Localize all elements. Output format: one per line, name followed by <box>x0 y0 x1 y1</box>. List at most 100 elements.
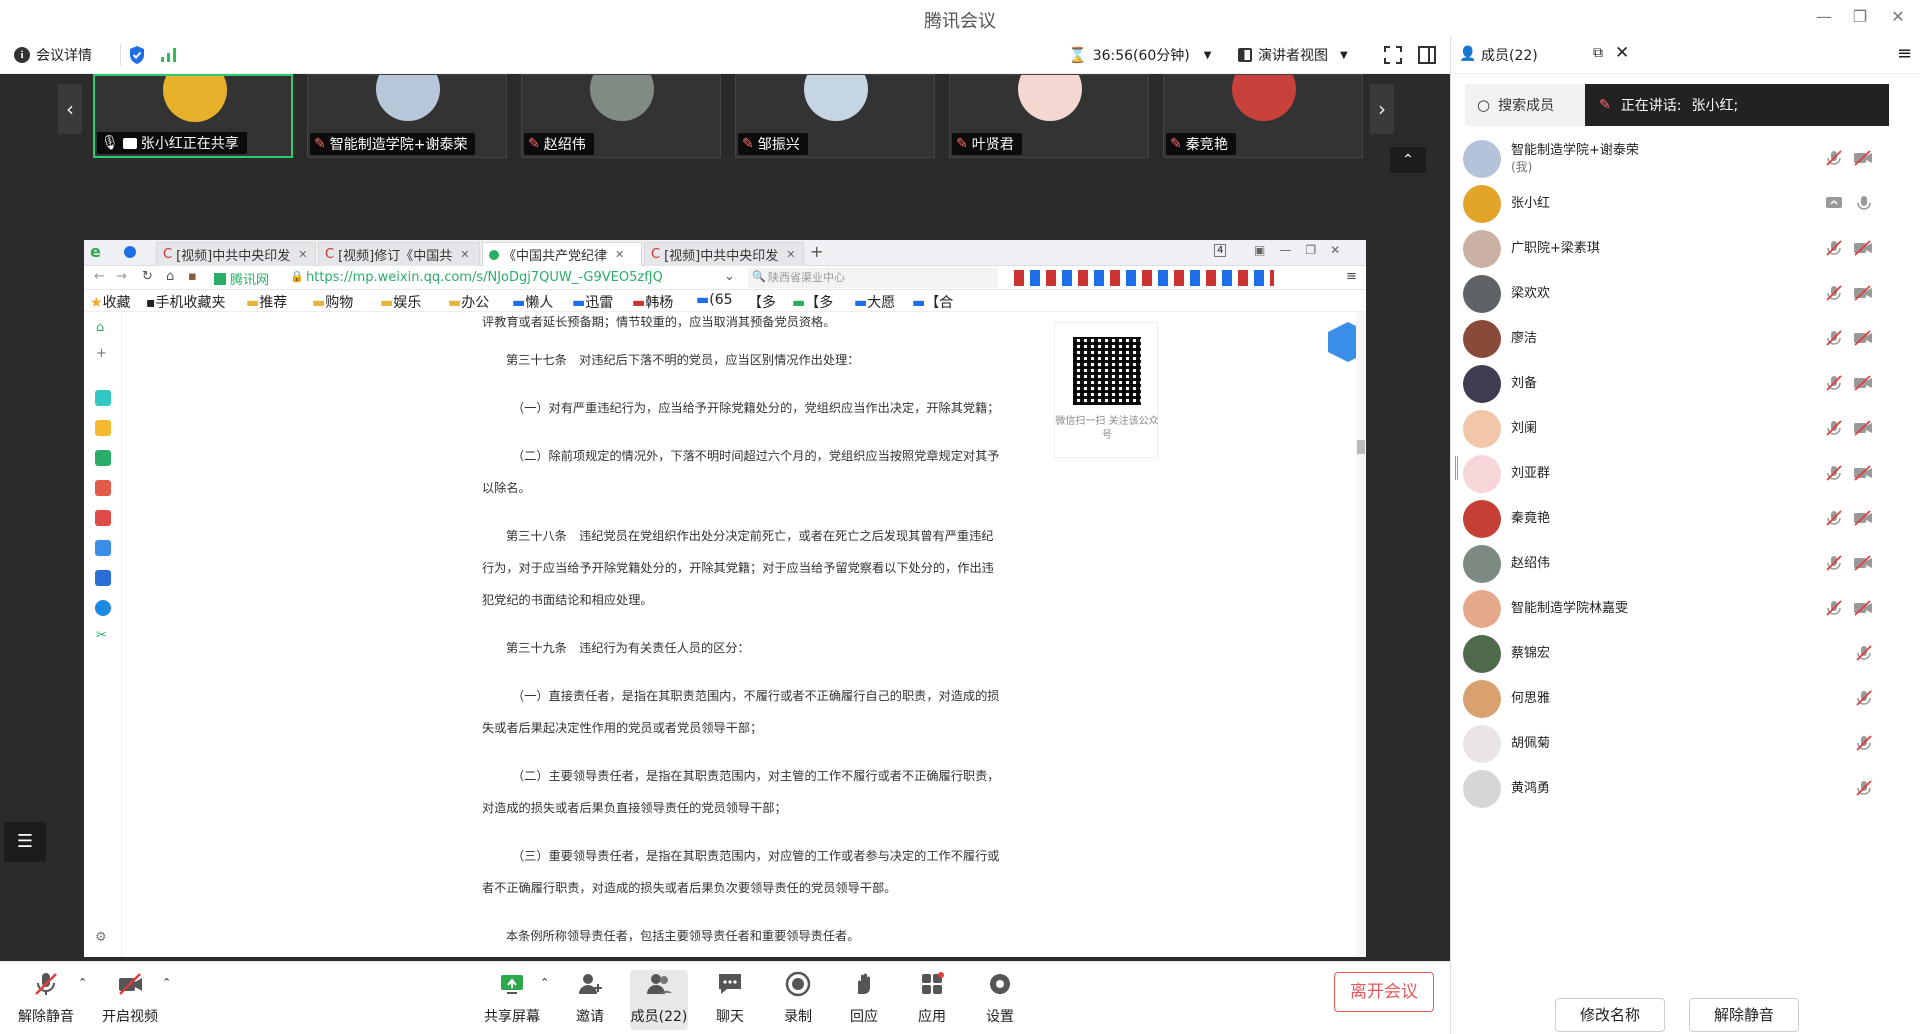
add-icon[interactable]: + <box>96 346 107 361</box>
apps-button[interactable]: 应用 <box>898 970 966 1030</box>
member-status-icons[interactable] <box>1855 689 1873 707</box>
new-tab-plus-icon[interactable]: + <box>810 242 823 261</box>
member-status-icons[interactable] <box>1855 644 1873 662</box>
member-row[interactable]: 智能制造学院林嘉雯 <box>1463 586 1903 632</box>
bookmark-item[interactable]: ▬懒人 <box>512 292 553 312</box>
browser-tab[interactable]: C [视频]中共中央印发 ✕ <box>156 242 316 266</box>
member-status-icons[interactable] <box>1825 509 1873 527</box>
bookmark-item[interactable]: ▬【多 <box>792 292 833 312</box>
dropdown-chevron-icon[interactable]: ⌄ <box>724 269 735 284</box>
outline-list-icon[interactable]: ☰ <box>4 822 46 862</box>
member-row[interactable]: 胡佩菊 <box>1463 721 1903 767</box>
url-text[interactable]: https://mp.weixin.qq.com/s/NJoDgj7QUW_-G… <box>306 270 663 285</box>
invite-button[interactable]: 邀请 <box>556 970 624 1030</box>
tab-close-icon[interactable]: ✕ <box>615 248 624 261</box>
bookmark-item[interactable]: ▬购物 <box>312 292 353 312</box>
article-scrollbar[interactable] <box>1356 312 1366 957</box>
chat-button[interactable]: 聊天 <box>696 970 764 1030</box>
security-shield-icon[interactable] <box>128 44 146 66</box>
sidebar-app-icon[interactable] <box>95 450 111 466</box>
member-status-icons[interactable] <box>1825 374 1873 392</box>
member-row[interactable]: 刘亚群 <box>1463 451 1903 497</box>
back-arrow-icon[interactable]: ← <box>94 269 105 284</box>
browser-tab-active[interactable]: 《中国共产党纪律 ✕ <box>482 242 642 266</box>
member-row[interactable]: 秦竟艳 <box>1463 496 1903 542</box>
share-options-chevron-icon[interactable]: ⌃ <box>540 976 549 989</box>
rename-button[interactable]: 修改名称 <box>1555 998 1665 1032</box>
close-window-button[interactable]: ✕ <box>1884 4 1912 30</box>
member-status-icons[interactable] <box>1825 239 1873 257</box>
share-screen-button[interactable]: 共享屏幕 <box>478 970 546 1030</box>
tab-close-icon[interactable]: ✕ <box>460 248 469 261</box>
member-status-icons[interactable] <box>1855 779 1873 797</box>
strip-prev-arrow-icon[interactable]: ‹ <box>58 84 82 134</box>
minimize-button[interactable]: — <box>1810 4 1838 30</box>
member-row[interactable]: 广职院+梁素琪 <box>1463 226 1903 272</box>
meeting-timer[interactable]: ⌛ 36:56(60分钟) ▼ <box>1068 44 1211 66</box>
member-row[interactable]: 廖洁 <box>1463 316 1903 362</box>
start-video-button[interactable]: 开启视频 <box>96 970 164 1030</box>
home-icon[interactable]: ⌂ <box>166 269 174 284</box>
members-button[interactable]: 成员(22) <box>630 970 688 1030</box>
bookmark-item[interactable]: ▬推荐 <box>246 292 287 312</box>
sidebar-app-icon[interactable] <box>95 570 111 586</box>
member-status-icons[interactable] <box>1825 464 1873 482</box>
collapse-strip-chevron-up-icon[interactable]: ⌃ <box>1390 147 1426 173</box>
video-tile[interactable]: ✎ 叶贤君 <box>949 74 1149 158</box>
member-status-icons[interactable] <box>1825 194 1873 212</box>
member-row[interactable]: 智能制造学院+谢泰荣 (我) <box>1463 136 1903 182</box>
member-status-icons[interactable] <box>1825 599 1873 617</box>
tab-close-icon[interactable]: ✕ <box>786 248 795 261</box>
bookmark-item[interactable]: ▬【合 <box>912 292 953 312</box>
bookmark-item[interactable]: ▬娱乐 <box>380 292 421 312</box>
member-row[interactable]: 刘备 <box>1463 361 1903 407</box>
member-status-icons[interactable] <box>1825 329 1873 347</box>
member-status-icons[interactable] <box>1825 149 1873 167</box>
wallet-icon[interactable]: ▪ <box>188 269 197 284</box>
bookmark-item[interactable]: ▬(65 <box>696 292 733 308</box>
browser-tab[interactable]: C [视频]修订《中国共 ✕ <box>318 242 480 266</box>
sidebar-app-icon[interactable] <box>95 510 111 526</box>
video-tile[interactable]: 🎙 张小红正在共享 <box>93 74 293 158</box>
member-status-icons[interactable] <box>1855 734 1873 752</box>
home-icon[interactable]: ⌂ <box>96 320 104 335</box>
member-row[interactable]: 梁欢欢 <box>1463 271 1903 317</box>
strip-next-arrow-icon[interactable]: › <box>1370 84 1394 134</box>
unmute-all-button[interactable]: 解除静音 <box>1689 998 1799 1032</box>
browser-tab[interactable]: C [视频]中共中央印发 ✕ <box>644 242 804 266</box>
member-status-icons[interactable] <box>1825 284 1873 302</box>
favorites-icon[interactable] <box>95 420 111 436</box>
react-button[interactable]: 回应 <box>830 970 898 1030</box>
sidebar-app-icon[interactable] <box>95 540 111 556</box>
member-row[interactable]: 刘阑 <box>1463 406 1903 452</box>
panel-scroll-divider[interactable] <box>1455 456 1458 480</box>
signal-strength-icon[interactable] <box>160 44 178 66</box>
bookmark-item[interactable]: ★收藏 <box>90 292 131 312</box>
member-row[interactable]: 何思雅 <box>1463 676 1903 722</box>
fullscreen-icon[interactable] <box>1384 44 1402 66</box>
video-tile[interactable]: ✎ 秦竞艳 <box>1163 74 1363 158</box>
video-tile[interactable]: ✎ 邹振兴 <box>735 74 935 158</box>
bookmark-item[interactable]: ▬韩杨 <box>632 292 673 312</box>
video-options-chevron-icon[interactable]: ⌃ <box>162 976 171 989</box>
bookmark-item[interactable]: ▪手机收藏夹 <box>146 292 226 312</box>
member-status-icons[interactable] <box>1825 419 1873 437</box>
menu-icon[interactable]: ≡ <box>1346 269 1357 284</box>
member-row[interactable]: 赵绍伟 <box>1463 541 1903 587</box>
popout-icon[interactable]: ⧉ <box>1593 45 1603 61</box>
scissors-icon[interactable]: ✂ <box>96 628 107 643</box>
tab-close-icon[interactable]: ✕ <box>298 248 307 261</box>
scrollbar-thumb[interactable] <box>1357 440 1365 454</box>
sidebar-app-icon[interactable] <box>95 390 111 406</box>
sidebar-app-icon[interactable] <box>95 480 111 496</box>
record-button[interactable]: 录制 <box>764 970 832 1030</box>
video-tile[interactable]: ✎ 智能制造学院+谢泰荣 <box>307 74 507 158</box>
bookmark-item[interactable]: ▬办公 <box>448 292 489 312</box>
more-menu-icon[interactable]: ≡ <box>1897 43 1912 64</box>
video-tile[interactable]: ✎ 赵绍伟 <box>521 74 721 158</box>
member-row[interactable]: 蔡锦宏 <box>1463 631 1903 677</box>
bookmark-item[interactable]: 【多 <box>748 292 776 312</box>
close-panel-icon[interactable]: ✕ <box>1615 43 1629 63</box>
browser-window-controls[interactable]: ▣—❐✕ <box>1254 243 1354 257</box>
bookmark-item[interactable]: ▬大愿 <box>854 292 895 312</box>
